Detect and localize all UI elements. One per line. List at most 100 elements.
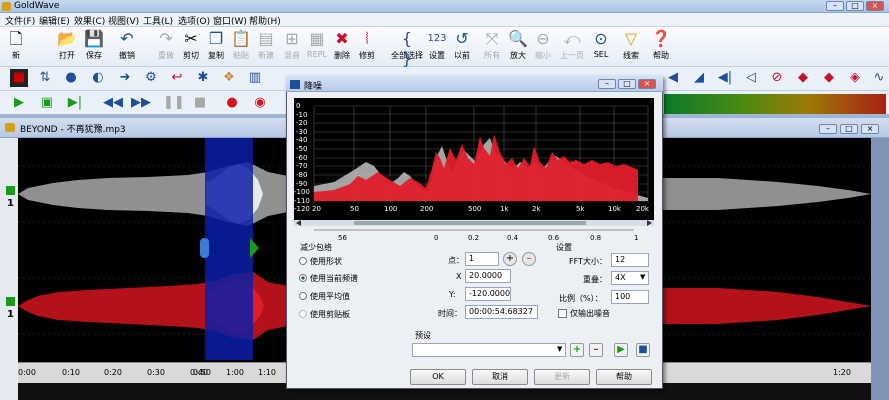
close-button[interactable]: ×: [866, 1, 884, 11]
save-button[interactable]: 💾 保存: [82, 29, 106, 65]
trim-button[interactable]: ⦚ 修剪: [355, 29, 379, 65]
update-button[interactable]: 更新: [534, 369, 590, 385]
menu-tools[interactable]: 工具(L): [143, 14, 173, 27]
preview-stop-button[interactable]: ■: [636, 343, 650, 357]
fast-forward-icon[interactable]: ▶▶: [131, 94, 151, 112]
dc-offset-icon[interactable]: ⚙: [142, 69, 160, 87]
menu-options[interactable]: 选项(O): [178, 14, 210, 27]
ratio-field[interactable]: 100: [611, 290, 649, 304]
x-field[interactable]: 20.0000: [465, 269, 511, 283]
noise-only-checkbox[interactable]: [558, 309, 567, 318]
maximize-button[interactable]: □: [846, 1, 864, 11]
delay-icon[interactable]: ↩: [168, 69, 186, 87]
spectrum-scrollbar[interactable]: 56 0 0.2 0.4 0.6 0.8 1: [294, 220, 654, 256]
paste-new-button[interactable]: ▤ 新建: [254, 29, 278, 65]
zoom-in-button[interactable]: 🔍 放大: [506, 29, 530, 65]
undo-button[interactable]: ↶ 撤销: [115, 29, 139, 65]
cut-button[interactable]: ✂ 剪切: [179, 29, 203, 65]
delete-button[interactable]: ✖ 删除: [330, 29, 354, 65]
stop-rec-icon[interactable]: ■: [10, 69, 28, 87]
speaker-icon[interactable]: ◀|: [716, 69, 734, 87]
spectrum-graph[interactable]: 0 -10 -20 -30 -40 -50 -60 -70 -80 -90 -1…: [294, 98, 654, 220]
play-icon[interactable]: ▶: [10, 94, 28, 112]
remove-preset-button[interactable]: –: [589, 343, 603, 357]
open-button[interactable]: 📂 打开: [55, 29, 79, 65]
bandpass-icon[interactable]: ●: [62, 69, 80, 87]
speaker-mute-icon[interactable]: ◁: [742, 69, 760, 87]
dialog-maximize-button[interactable]: □: [618, 79, 636, 89]
channel-icon[interactable]: ◐: [89, 69, 107, 87]
previous-button[interactable]: ↺ 以前: [450, 29, 474, 65]
waveform-icon[interactable]: ∿: [870, 69, 888, 87]
doc-restore-button[interactable]: □: [840, 124, 858, 134]
doc-close-button[interactable]: ×: [861, 124, 879, 134]
selection-region[interactable]: [205, 138, 253, 360]
replace-button[interactable]: ▦ REPL: [305, 29, 329, 65]
copy-button[interactable]: ❐ 复制: [204, 29, 228, 65]
zoom-out-button[interactable]: ⊖ 缩小: [531, 29, 555, 65]
new-button[interactable]: 🗋 新: [4, 29, 28, 65]
auto-gain-icon[interactable]: ⇅: [36, 69, 54, 87]
rewind-icon[interactable]: ◀◀: [103, 94, 123, 112]
minimize-button[interactable]: –: [826, 1, 844, 11]
echo-icon[interactable]: ▥: [246, 69, 264, 87]
mix-button[interactable]: ⊞ 混音: [280, 29, 304, 65]
selection-start-handle[interactable]: [200, 238, 209, 258]
compressor-icon[interactable]: ➜: [116, 69, 134, 87]
left-right-icon[interactable]: ◆: [794, 69, 812, 87]
point-field[interactable]: 1: [465, 252, 499, 266]
remove-point-button[interactable]: –: [522, 252, 536, 266]
preset-select[interactable]: [412, 343, 566, 357]
mix-eye-icon[interactable]: ◈: [846, 69, 864, 87]
stop-icon[interactable]: ■: [191, 94, 209, 112]
y-field[interactable]: -120.0000: [465, 287, 511, 301]
pause-icon[interactable]: ❚❚: [163, 94, 185, 112]
zoom-selection-button[interactable]: ⊙ SEL: [589, 29, 613, 65]
preset-dropdown-icon[interactable]: ▼: [557, 345, 562, 353]
pan-icon[interactable]: ◆: [820, 69, 838, 87]
paste-button[interactable]: 📋 粘贴: [229, 29, 253, 65]
volume-icon[interactable]: ◢: [690, 69, 708, 87]
doppler-icon[interactable]: ✱: [194, 69, 212, 87]
overlap-dropdown-icon[interactable]: ▼: [640, 273, 645, 281]
copy-icon: ❐: [208, 29, 224, 48]
set-button[interactable]: 123 设置: [425, 29, 449, 65]
ok-button[interactable]: OK: [410, 369, 466, 385]
option-clipboard-radio[interactable]: [299, 310, 307, 318]
time-field[interactable]: 00:00:54.68327: [465, 305, 538, 319]
dialog-minimize-button[interactable]: –: [598, 79, 616, 89]
option-average-radio[interactable]: [299, 292, 307, 300]
right-channel-toggle[interactable]: [6, 297, 15, 306]
spec-ytick: -20: [296, 119, 307, 127]
preview-play-button[interactable]: ▶: [614, 343, 628, 357]
option-shape-radio[interactable]: [299, 257, 307, 265]
add-point-button[interactable]: +: [503, 252, 517, 266]
fade-in-icon[interactable]: ◀: [664, 69, 682, 87]
dialog-close-button[interactable]: ×: [638, 79, 656, 89]
menu-file[interactable]: 文件(F): [5, 14, 35, 27]
play-to-end-icon[interactable]: ▶|: [66, 94, 84, 112]
cue-button[interactable]: ▽ 线索: [619, 29, 643, 65]
zoom-all-button[interactable]: ⤧ 所有: [480, 29, 504, 65]
no-sound-icon[interactable]: ⊘: [768, 69, 786, 87]
help-button[interactable]: ❓ 帮助: [649, 29, 673, 65]
select-all-button[interactable]: { } 全部选择: [387, 29, 427, 68]
redo-button[interactable]: ↷ 重做: [154, 29, 178, 65]
left-channel-toggle[interactable]: [6, 186, 15, 195]
doc-minimize-button[interactable]: –: [819, 124, 837, 134]
fft-field[interactable]: 12: [611, 253, 649, 267]
menu-window[interactable]: 窗口(W): [213, 14, 247, 27]
dialog-help-button[interactable]: 帮助: [596, 369, 652, 385]
add-preset-button[interactable]: +: [570, 343, 584, 357]
menu-view[interactable]: 视图(V): [108, 14, 139, 27]
prev-page-button[interactable]: ⤺ 上一页: [557, 29, 587, 65]
dynamics-icon[interactable]: ❖: [220, 69, 238, 87]
option-current-spectrum-radio[interactable]: [299, 274, 307, 282]
menu-effects[interactable]: 效果(C): [74, 14, 105, 27]
record-new-icon[interactable]: ◉: [251, 94, 269, 112]
menu-help[interactable]: 帮助(H): [249, 14, 281, 27]
record-icon[interactable]: ●: [223, 94, 241, 112]
play-selection-icon[interactable]: ▣: [38, 94, 56, 112]
menu-edit[interactable]: 编辑(E): [39, 14, 70, 27]
cancel-button[interactable]: 取消: [472, 369, 528, 385]
